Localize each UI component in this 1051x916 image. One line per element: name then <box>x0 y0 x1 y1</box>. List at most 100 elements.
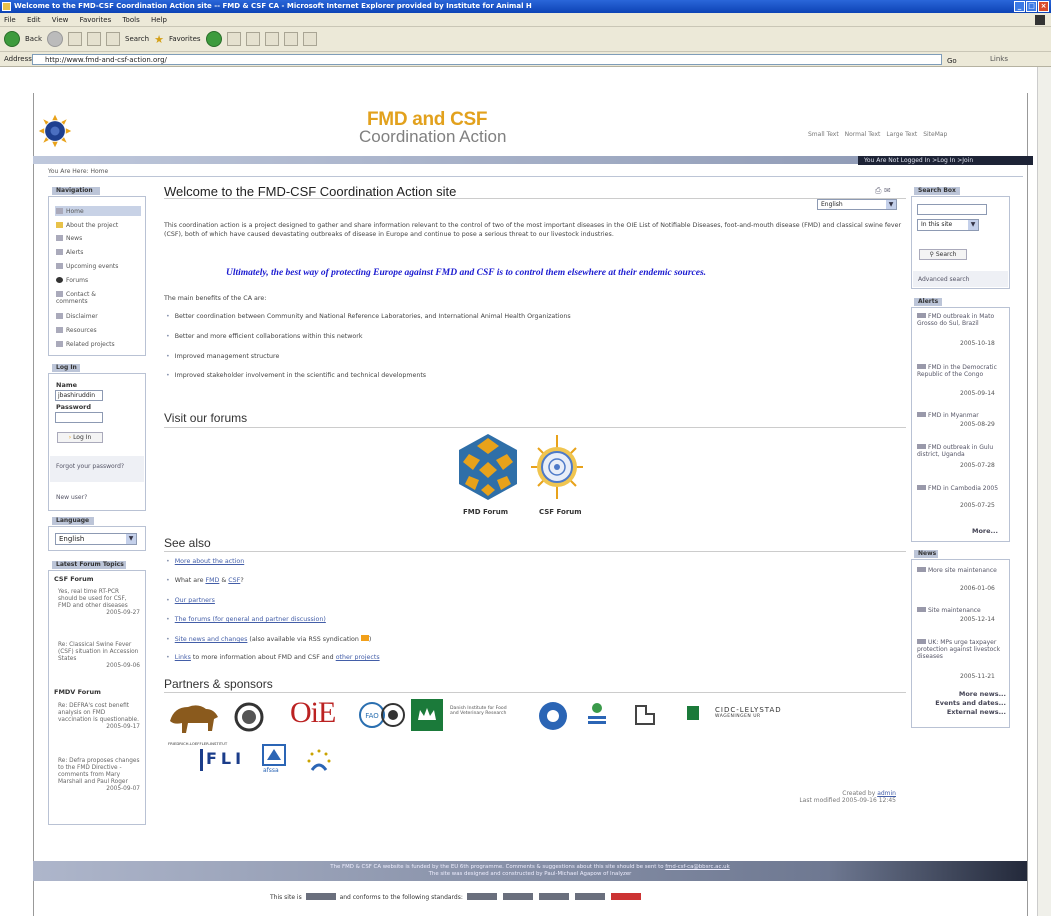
nav-about[interactable]: About the project <box>56 222 118 229</box>
user-bar[interactable]: You Are Not Logged In >Log In >Join <box>858 156 1033 165</box>
forum-topic-item[interactable]: Re: Classical Swine Fever (CSF) situatio… <box>52 642 140 670</box>
wcag-badge-icon[interactable] <box>502 893 533 900</box>
dfvf-logo-text[interactable]: Danish Institute for Food and Veterinary… <box>450 706 515 716</box>
events-link[interactable]: Events and dates... <box>930 699 1006 708</box>
see-also-link[interactable]: More about the action <box>175 558 245 565</box>
eu-stars-logo-icon[interactable] <box>304 746 334 776</box>
forum-topic-item[interactable]: Re: Defra proposes changes to the FMD Di… <box>52 758 140 793</box>
close-button[interactable]: × <box>1038 1 1049 12</box>
alert-item[interactable]: FMD in the Democratic Republic of the Co… <box>917 364 1005 378</box>
nav-related[interactable]: Related projects <box>56 341 115 348</box>
section508-badge-icon[interactable] <box>466 893 497 900</box>
cross-logo-icon[interactable] <box>632 702 662 728</box>
alert-item[interactable]: FMD in Cambodia 2005 <box>917 485 1005 492</box>
nav-alerts[interactable]: Alerts <box>56 249 83 256</box>
menu-favorites[interactable]: Favorites <box>80 16 112 24</box>
bison-logo-icon[interactable] <box>168 701 220 735</box>
favorites-star-icon[interactable]: ★ <box>154 33 164 46</box>
minimize-button[interactable]: _ <box>1014 1 1025 12</box>
fmd-forum-icon[interactable] <box>455 432 521 502</box>
other-projects-link[interactable]: other projects <box>336 654 380 661</box>
folder-icon[interactable] <box>283 32 298 46</box>
forum-topic-item[interactable]: Re: DEFRA's cost benefit analysis on FMD… <box>52 703 140 731</box>
nav-forums[interactable]: Forums <box>56 277 88 284</box>
menu-view[interactable]: View <box>52 16 69 24</box>
alert-item[interactable]: FMD outbreak in Gulu district, Uganda <box>917 444 1005 458</box>
more-news-link[interactable]: More news... <box>930 690 1006 699</box>
back-label[interactable]: Back <box>25 35 42 43</box>
scrollbar[interactable] <box>1037 67 1051 916</box>
cidc-logo[interactable]: CIDC-LELYSTAD WAGENINGEN UR <box>687 706 799 720</box>
menu-edit[interactable]: Edit <box>27 16 41 24</box>
refresh-icon[interactable] <box>87 32 101 46</box>
forum-topic-item[interactable]: Yes, real time RT-PCR should be used for… <box>52 589 140 617</box>
back-icon[interactable] <box>4 31 20 47</box>
nav-events[interactable]: Upcoming events <box>56 263 118 270</box>
content-language-select[interactable]: English ▼ <box>817 199 897 210</box>
site-news-link[interactable]: Site news and changes <box>175 636 248 643</box>
news-item[interactable]: UK: MPs urge taxpayer protection against… <box>917 639 1005 660</box>
messenger-icon[interactable] <box>302 32 317 46</box>
anybrowser-badge-icon[interactable] <box>610 893 641 900</box>
print-icon[interactable]: ⎙ ✉ <box>875 186 891 196</box>
sitemap-link[interactable]: SiteMap <box>923 131 947 138</box>
fmd-link[interactable]: FMD <box>205 577 219 584</box>
nav-news[interactable]: News <box>56 235 82 242</box>
csf-forum-icon[interactable] <box>528 432 586 502</box>
home-icon[interactable] <box>106 32 120 46</box>
normal-text-link[interactable]: Normal Text <box>845 131 881 138</box>
seal-logo-icon[interactable] <box>234 702 264 732</box>
fli-logo[interactable]: FLI <box>200 749 241 771</box>
alerts-more-link[interactable]: More... <box>972 527 998 535</box>
css-badge-icon[interactable] <box>574 893 605 900</box>
address-input[interactable]: http://www.fmd-and-csf-action.org/ <box>32 54 942 65</box>
small-text-link[interactable]: Small Text <box>808 131 839 138</box>
danish-crown-logo-icon[interactable] <box>410 698 444 732</box>
favorites-toolbar-button[interactable]: Favorites <box>169 35 201 43</box>
search-button[interactable]: ⚲ Search <box>919 249 967 260</box>
forgot-password-link[interactable]: Forgot your password? <box>56 463 126 470</box>
search-input[interactable] <box>917 204 987 215</box>
menu-tools[interactable]: Tools <box>122 16 139 24</box>
search-scope-select[interactable]: In this site ▼ <box>917 219 979 231</box>
csf-forum-label[interactable]: CSF Forum <box>539 508 582 516</box>
footer-email-link[interactable]: fmd-csf-ca@bbsrc.ac.uk <box>665 864 729 870</box>
alert-item[interactable]: FMD in Myanmar <box>917 412 1005 419</box>
partners-link[interactable]: Our partners <box>175 597 215 604</box>
name-input[interactable]: jbashiruddin <box>55 390 103 401</box>
nav-home[interactable]: Home <box>56 208 84 215</box>
login-button[interactable]: › Log In <box>57 432 103 443</box>
password-input[interactable] <box>55 412 103 423</box>
links-link[interactable]: Links <box>175 654 191 661</box>
xhtml-badge-icon[interactable] <box>538 893 569 900</box>
stop-icon[interactable] <box>68 32 82 46</box>
news-item[interactable]: More site maintenance <box>917 567 1005 574</box>
forums-link[interactable]: The forums (for general and partner disc… <box>175 616 326 623</box>
blue-circle-logo-icon[interactable] <box>537 700 569 732</box>
fmd-forum-label[interactable]: FMD Forum <box>463 508 508 516</box>
mail-icon[interactable] <box>226 32 241 46</box>
site-logo-icon[interactable] <box>37 113 73 149</box>
nav-resources[interactable]: Resources <box>56 327 97 334</box>
menu-file[interactable]: File <box>4 16 16 24</box>
language-select[interactable]: English ▼ <box>55 533 137 545</box>
veterinary-logo-icon[interactable] <box>582 700 612 730</box>
new-user-link[interactable]: New user? <box>56 494 87 501</box>
menu-help[interactable]: Help <box>151 16 167 24</box>
edit-icon[interactable] <box>264 32 279 46</box>
forward-icon[interactable] <box>47 31 63 47</box>
alert-item[interactable]: FMD outbreak in Mato Grosso do Sul, Braz… <box>917 313 1005 327</box>
external-news-link[interactable]: External news... <box>930 708 1006 717</box>
nav-disclaimer[interactable]: Disclaimer <box>56 313 98 320</box>
maximize-button[interactable]: □ <box>1026 1 1037 12</box>
history-icon[interactable] <box>205 31 222 47</box>
oie-logo[interactable]: OiE <box>290 696 336 730</box>
advanced-search-link[interactable]: Advanced search <box>918 276 969 283</box>
iah-logo-icon[interactable] <box>380 700 406 730</box>
news-item[interactable]: Site maintenance <box>917 607 1005 614</box>
nav-contact[interactable]: Contact & comments <box>56 291 128 305</box>
links-button[interactable]: Links <box>990 52 1008 67</box>
large-text-link[interactable]: Large Text <box>886 131 917 138</box>
search-toolbar-button[interactable]: Search <box>125 35 149 43</box>
print-icon[interactable] <box>245 32 260 46</box>
